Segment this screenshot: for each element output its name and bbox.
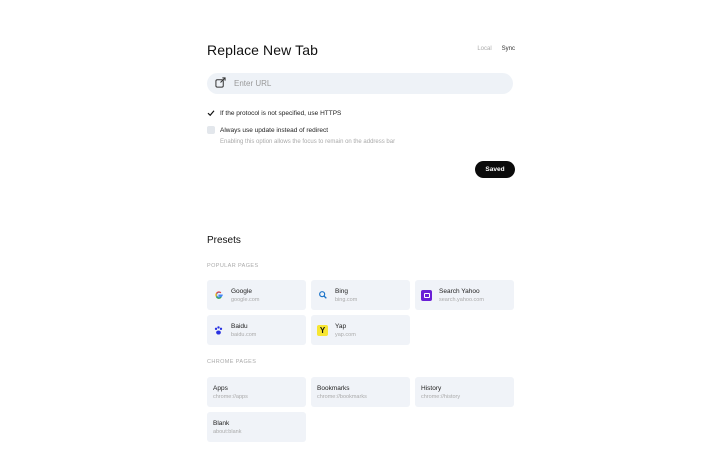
- url-input[interactable]: [234, 79, 494, 88]
- header: Replace New Tab Local Sync: [207, 42, 515, 60]
- yap-icon: Y: [317, 324, 328, 336]
- preset-url: google.com: [231, 296, 260, 303]
- preset-card-apps[interactable]: Apps chrome://apps: [207, 377, 306, 407]
- baidu-paw-icon: [213, 325, 224, 336]
- preset-card-bing[interactable]: Bing bing.com: [311, 280, 410, 310]
- preset-url: yap.com: [335, 331, 356, 338]
- preset-url: chrome://bookmarks: [317, 393, 367, 400]
- yahoo-icon: [421, 289, 432, 301]
- preset-name: Apps: [213, 384, 228, 392]
- preset-name: Bing: [335, 287, 349, 295]
- popular-pages-label: POPULAR PAGES: [207, 263, 259, 269]
- mode-local-tab[interactable]: Local: [477, 46, 491, 52]
- mode-sync-tab[interactable]: Sync: [502, 46, 515, 52]
- update-checkbox[interactable]: [207, 126, 215, 134]
- preset-url: about:blank: [213, 428, 242, 435]
- preset-name: Google: [231, 287, 252, 295]
- https-option-label: If the protocol is not specified, use HT…: [220, 109, 342, 117]
- preset-name: Yap: [335, 322, 347, 330]
- preset-name: Bookmarks: [317, 384, 350, 392]
- bing-search-icon: [317, 290, 328, 301]
- preset-card-baidu[interactable]: Baidu baidu.com: [207, 315, 306, 345]
- preset-name: Blank: [213, 419, 230, 427]
- https-checkbox[interactable]: [207, 109, 215, 117]
- edit-link-icon: [215, 75, 226, 93]
- preset-name: History: [421, 384, 442, 392]
- page-title: Replace New Tab: [207, 42, 318, 58]
- preset-card-history[interactable]: History chrome://history: [415, 377, 514, 407]
- preset-card-yap[interactable]: Y Yap yap.com: [311, 315, 410, 345]
- storage-mode-toggle: Local Sync: [477, 46, 515, 52]
- preset-name: Search Yahoo: [439, 287, 480, 295]
- https-option[interactable]: If the protocol is not specified, use HT…: [207, 109, 341, 117]
- preset-card-blank[interactable]: Blank about:blank: [207, 412, 306, 442]
- preset-card-yahoo[interactable]: Search Yahoo search.yahoo.com: [415, 280, 514, 310]
- url-field[interactable]: [207, 73, 513, 94]
- presets-title: Presets: [207, 235, 241, 246]
- preset-url: chrome://history: [421, 393, 461, 400]
- preset-url: bing.com: [335, 296, 358, 303]
- update-option-hint: Enabling this option allows the focus to…: [220, 139, 396, 145]
- update-option[interactable]: Always use update instead of redirect: [207, 126, 328, 134]
- preset-url: baidu.com: [231, 331, 257, 338]
- saved-button[interactable]: Saved: [475, 161, 515, 178]
- preset-url: search.yahoo.com: [439, 296, 484, 303]
- google-icon: [213, 290, 224, 301]
- preset-card-google[interactable]: Google google.com: [207, 280, 306, 310]
- chrome-pages-label: CHROME PAGES: [207, 359, 257, 365]
- preset-url: chrome://apps: [213, 393, 248, 400]
- preset-name: Baidu: [231, 322, 248, 330]
- update-option-label: Always use update instead of redirect: [220, 126, 329, 134]
- preset-card-bookmarks[interactable]: Bookmarks chrome://bookmarks: [311, 377, 410, 407]
